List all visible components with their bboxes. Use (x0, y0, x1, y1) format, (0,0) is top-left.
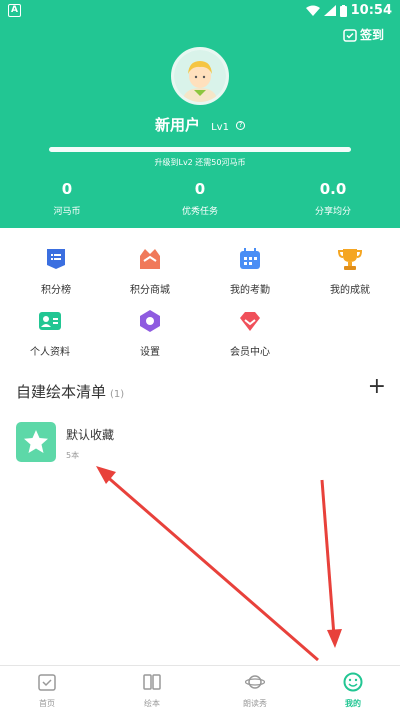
mall-icon (140, 249, 160, 269)
annotation-arrow-to-tab (320, 479, 336, 637)
tab-label: 我的 (345, 699, 361, 708)
ranking-icon (47, 249, 65, 269)
stat-tasks-label: 优秀任务 (181, 207, 218, 217)
level-progress-bar (49, 147, 351, 152)
booklist-title: 自建绘本清单 (16, 383, 107, 401)
diamond-icon (240, 312, 260, 331)
planet-icon (244, 675, 266, 689)
annotation-arrowhead-tab (327, 629, 342, 648)
menu-label: 积分商城 (130, 285, 170, 296)
username-row: 新用户 Lv1 ? (0, 114, 400, 135)
star-icon (24, 430, 48, 453)
menu-label: 设置 (140, 347, 160, 358)
tab-books[interactable]: 绘本 (122, 672, 182, 709)
booklist-name[interactable]: 默认收藏 (66, 426, 114, 443)
booklist-cover[interactable] (16, 422, 56, 462)
stat-share-value: 0.0 (319, 180, 347, 198)
tab-reading-show[interactable]: 朗读秀 (225, 672, 285, 709)
booklist-book-count: 5本 (66, 451, 80, 460)
tab-label: 首页 (39, 699, 55, 708)
checkin-calendar-icon (343, 28, 357, 42)
stat-coins[interactable]: 0 河马币 (17, 180, 117, 217)
menu-item-settings[interactable]: 设置 (110, 309, 190, 358)
avatar[interactable] (171, 47, 229, 105)
wifi-icon (305, 5, 320, 16)
clock-time: 10:54 (350, 3, 392, 18)
menu-label: 个人资料 (30, 347, 70, 358)
stat-tasks-value: 0 (194, 180, 206, 198)
bottom-tab-bar: 首页 绘本 朗读秀 我的 (0, 665, 400, 709)
stat-coins-value: 0 (61, 180, 73, 198)
profile-header: A 10:54 签到 新用户 Lv1 ? 升级到Lv2 还需50河马币 0 河马… (0, 0, 400, 228)
stat-tasks[interactable]: 0 优秀任务 (150, 180, 250, 217)
add-booklist-button[interactable]: + (368, 376, 386, 398)
tab-label: 朗读秀 (243, 699, 267, 708)
menu-item-mall[interactable]: 积分商城 (110, 247, 190, 296)
upgrade-hint: 升级到Lv2 还需50河马币 (154, 158, 246, 167)
smile-icon (343, 672, 363, 692)
menu-label: 积分榜 (41, 285, 71, 296)
menu-label: 我的考勤 (230, 285, 270, 296)
checkin-label: 签到 (359, 28, 384, 42)
menu-item-profile[interactable]: 个人资料 (10, 309, 90, 358)
tab-home[interactable]: 首页 (17, 672, 77, 709)
info-icon[interactable]: ? (236, 121, 246, 130)
menu-item-attendance[interactable]: 我的考勤 (210, 247, 290, 296)
username: 新用户 (154, 116, 200, 134)
calendar-icon (240, 248, 260, 269)
app-notification-icon: A (8, 4, 21, 17)
menu-label: 会员中心 (230, 347, 270, 358)
book-icon (143, 674, 161, 690)
trophy-icon (337, 249, 363, 270)
booklist-count: (1) (110, 389, 125, 400)
stat-share-label: 分享均分 (314, 207, 351, 217)
menu-item-membership[interactable]: 会员中心 (210, 309, 290, 358)
tab-mine[interactable]: 我的 (323, 672, 383, 709)
status-bar: A 10:54 (0, 0, 400, 22)
menu-item-ranking[interactable]: 积分榜 (16, 247, 96, 296)
booklist-section-title: 自建绘本清单 (1) (16, 381, 124, 402)
annotation-arrow-to-booklist (103, 472, 319, 662)
stat-share-score[interactable]: 0.0 分享均分 (283, 180, 383, 217)
stat-coins-label: 河马币 (53, 207, 81, 217)
profile-card-icon (39, 312, 61, 330)
level-badge: Lv1 (211, 122, 229, 133)
user-avatar-icon (174, 50, 226, 102)
home-icon (38, 674, 56, 691)
menu-item-achievements[interactable]: 我的成就 (310, 247, 390, 296)
checkin-button[interactable]: 签到 (343, 26, 384, 43)
menu-label: 我的成就 (330, 285, 370, 296)
signal-icon (323, 5, 336, 16)
battery-icon (339, 4, 347, 17)
tab-label: 绘本 (144, 699, 160, 708)
annotation-arrowhead-booklist (96, 466, 116, 484)
settings-icon (140, 310, 160, 332)
